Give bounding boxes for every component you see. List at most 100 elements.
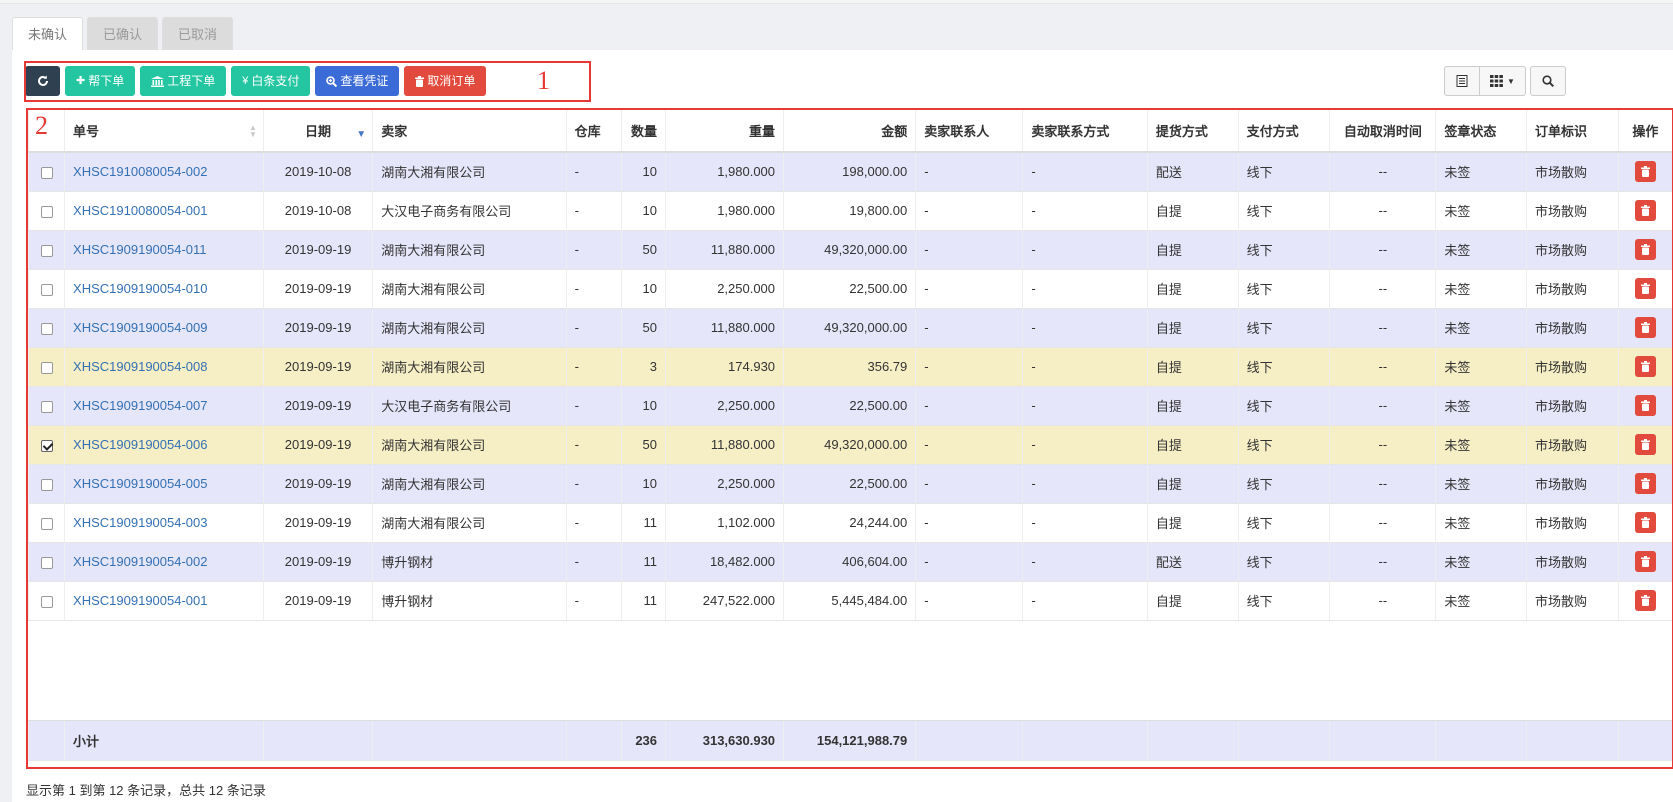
order-no-link[interactable]: XHSC1909190054-009 <box>73 320 207 335</box>
col-date[interactable]: 日期 ▼ <box>262 110 373 153</box>
subtotal-label: 小计 <box>64 719 264 761</box>
delete-button[interactable] <box>1634 200 1656 221</box>
order-no-link[interactable]: XHSC1909190054-007 <box>73 398 207 413</box>
order-no-link[interactable]: XHSC1909190054-003 <box>73 515 207 530</box>
table-row[interactable]: XHSC1909190054-001 2019-09-19 博升钢材 -11 247,5… <box>28 581 1672 621</box>
pay-cell: 线下 <box>1237 503 1330 543</box>
pay-cell: 线下 <box>1237 464 1330 504</box>
delete-button[interactable] <box>1634 161 1656 183</box>
order-no-link[interactable]: XHSC1909190054-006 <box>73 437 207 452</box>
columns-toggle-button[interactable]: ▼ <box>1480 66 1526 96</box>
checkbox-cell <box>28 152 65 192</box>
delete-button[interactable] <box>1634 434 1656 455</box>
order-no-link[interactable]: XHSC1910080054-002 <box>73 164 207 179</box>
sign-cell: 未签 <box>1435 152 1527 192</box>
order-no-link[interactable]: XHSC1909190054-002 <box>73 554 207 569</box>
table-row[interactable]: XHSC1909190054-011 2019-09-19 湖南大湘有限公司 -50 1… <box>28 230 1672 270</box>
warehouse-cell: - <box>565 230 622 270</box>
subtotal-cell <box>372 719 567 761</box>
delete-button[interactable] <box>1634 278 1656 299</box>
qty-cell: 10 <box>621 269 666 309</box>
row-checkbox[interactable] <box>40 166 53 179</box>
row-checkbox[interactable] <box>40 244 53 257</box>
table-row[interactable]: XHSC1910080054-001 2019-10-08 大汉电子商务有限公司 -1… <box>28 191 1672 231</box>
sign-cell: 未签 <box>1435 191 1527 231</box>
checkbox-cell <box>28 347 65 387</box>
subtotal-row: 小计 236 313,630.930 154,121,988.79 <box>28 719 1672 761</box>
weight-cell: 1,980.000 <box>665 152 784 192</box>
row-checkbox[interactable] <box>40 517 53 530</box>
delete-button[interactable] <box>1634 395 1656 416</box>
amount-cell: 356.79 <box>783 347 916 387</box>
list-view-button[interactable] <box>1444 66 1480 96</box>
table-row[interactable]: XHSC1910080054-002 2019-10-08 湖南大湘有限公司 -10 1… <box>28 152 1672 192</box>
order-no-link[interactable]: XHSC1909190054-011 <box>73 242 206 257</box>
warehouse-cell: - <box>565 581 622 621</box>
row-checkbox[interactable] <box>40 556 53 569</box>
delete-button[interactable] <box>1634 317 1656 338</box>
trash-icon <box>1640 322 1650 333</box>
col-tag: 订单标识 <box>1526 110 1619 153</box>
table-row[interactable]: XHSC1909190054-009 2019-09-19 湖南大湘有限公司 -50 1… <box>28 308 1672 348</box>
qty-cell: 50 <box>621 230 666 270</box>
sort-icon: ▲ ▼ <box>249 123 257 139</box>
row-checkbox[interactable] <box>40 595 53 608</box>
pay-cell: 线下 <box>1237 308 1330 348</box>
action-cell <box>1617 347 1672 387</box>
delete-button[interactable] <box>1634 512 1656 533</box>
col-order-no[interactable]: 单号 ▲ ▼ <box>64 110 264 153</box>
order-no-link[interactable]: XHSC1909190054-005 <box>73 476 207 491</box>
delete-button[interactable] <box>1634 239 1656 260</box>
tab-unconfirmed[interactable]: 未确认 <box>12 17 84 50</box>
table-row[interactable]: XHSC1909190054-005 2019-09-19 湖南大湘有限公司 -10 2… <box>28 464 1672 504</box>
qty-cell: 3 <box>621 347 666 387</box>
order-no-link[interactable]: XHSC1910080054-001 <box>73 203 207 218</box>
row-checkbox[interactable] <box>40 361 53 374</box>
empty-space-row <box>28 620 1672 720</box>
warehouse-cell: - <box>565 464 622 504</box>
row-checkbox[interactable] <box>40 205 53 218</box>
tab-cancelled[interactable]: 已取消 <box>162 17 234 50</box>
qty-cell: 11 <box>621 581 666 621</box>
row-checkbox[interactable] <box>40 478 53 491</box>
qty-cell: 11 <box>621 503 666 543</box>
tab-confirmed[interactable]: 已确认 <box>87 17 159 50</box>
order-no-link[interactable]: XHSC1909190054-001 <box>73 593 207 608</box>
delete-button[interactable] <box>1634 473 1656 494</box>
table-row[interactable]: XHSC1909190054-010 2019-09-19 湖南大湘有限公司 -10 2… <box>28 269 1672 309</box>
view-tools: ▼ <box>1444 66 1526 96</box>
delete-button[interactable] <box>1634 590 1656 611</box>
pickup-cell: 自提 <box>1146 269 1239 309</box>
row-checkbox[interactable] <box>40 283 53 296</box>
action-cell <box>1617 542 1672 582</box>
warehouse-cell: - <box>565 425 622 465</box>
row-checkbox[interactable] <box>40 400 53 413</box>
table-row[interactable]: XHSC1909190054-008 2019-09-19 湖南大湘有限公司 -3 17… <box>28 347 1672 387</box>
delete-button[interactable] <box>1634 551 1656 572</box>
delete-button[interactable] <box>1634 356 1656 377</box>
weight-cell: 2,250.000 <box>665 269 784 309</box>
col-amount: 金额 <box>783 110 916 153</box>
pay-cell: 线下 <box>1237 269 1330 309</box>
search-button[interactable] <box>1530 66 1566 96</box>
sign-cell: 未签 <box>1435 464 1527 504</box>
order-no-link[interactable]: XHSC1909190054-008 <box>73 359 207 374</box>
row-checkbox[interactable] <box>40 322 53 335</box>
subtotal-qty: 236 <box>621 719 666 761</box>
pay-cell: 线下 <box>1237 425 1330 465</box>
subtotal-cell <box>1022 719 1148 761</box>
table-row[interactable]: XHSC1909190054-007 2019-09-19 大汉电子商务有限公司 -1… <box>28 386 1672 426</box>
date-cell: 2019-09-19 <box>262 503 373 543</box>
order-no-link[interactable]: XHSC1909190054-010 <box>73 281 207 296</box>
subtotal-cell <box>1237 719 1330 761</box>
table-row[interactable]: XHSC1909190054-006 2019-09-19 湖南大湘有限公司 -50 1… <box>28 425 1672 465</box>
list-icon <box>1456 75 1468 87</box>
table-row[interactable]: XHSC1909190054-003 2019-09-19 湖南大湘有限公司 -11 1… <box>28 503 1672 543</box>
trash-icon <box>1640 205 1650 216</box>
order-no-cell: XHSC1909190054-002 <box>64 542 264 582</box>
table-row[interactable]: XHSC1909190054-002 2019-09-19 博升钢材 -11 18,48… <box>28 542 1672 582</box>
row-checkbox[interactable] <box>40 439 53 452</box>
checkbox-cell <box>28 308 65 348</box>
seller-cell: 博升钢材 <box>372 581 567 621</box>
weight-cell: 2,250.000 <box>665 464 784 504</box>
